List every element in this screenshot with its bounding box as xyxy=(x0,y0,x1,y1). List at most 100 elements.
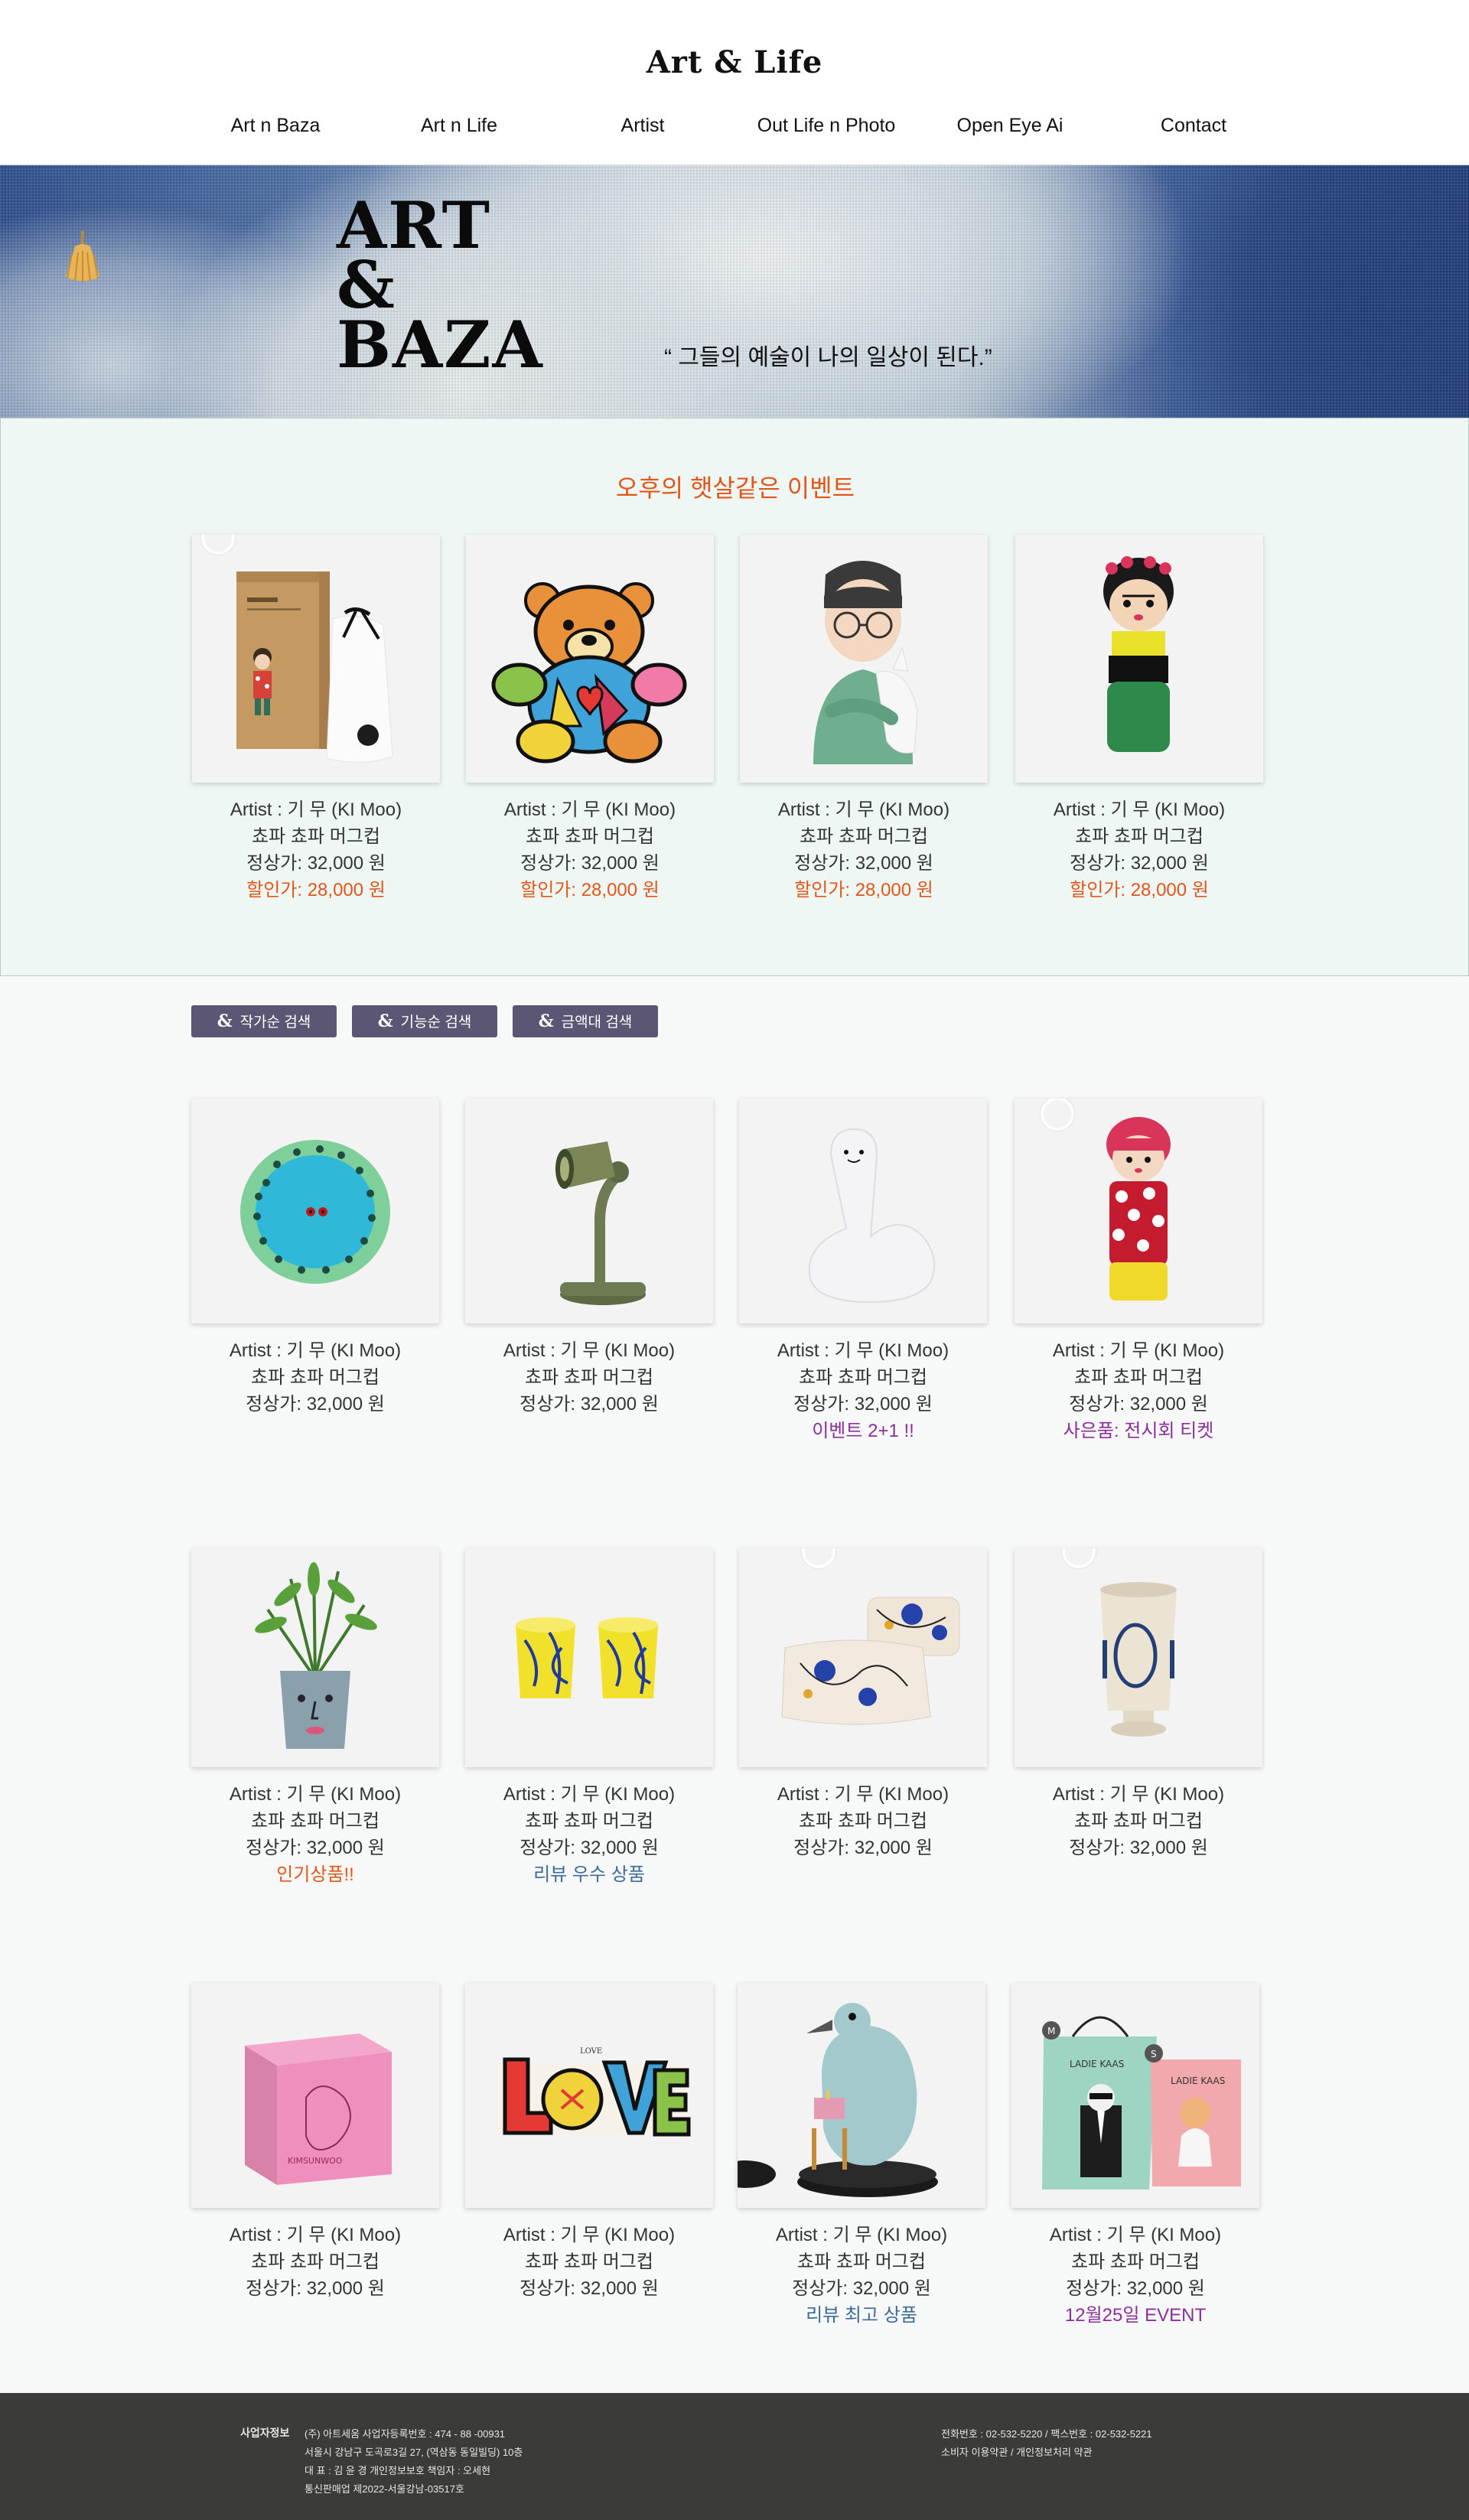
packaged-doll-icon xyxy=(236,571,393,763)
terms-links[interactable]: 소비자 이용약관 / 개인정보처리 약관 xyxy=(941,2443,1152,2462)
product-card[interactable]: Artist : 기 무 (KI Moo) 쵸파 쵸파 머그컵 정상가: 32,… xyxy=(1015,1099,1262,1444)
product-name[interactable]: 쵸파 쵸파 머그컵 xyxy=(739,1364,987,1391)
product-card[interactable]: KIMSUNWOO Artist : 기 무 (KI Moo) 쵸파 쵸파 머그… xyxy=(191,1983,439,2302)
product-name[interactable]: 쵸파 쵸파 머그컵 xyxy=(1011,2248,1259,2275)
product-name[interactable]: 쵸파 쵸파 머그컵 xyxy=(1015,1364,1262,1391)
button-label: 금액대 검색 xyxy=(561,1014,633,1030)
bag-brand-text-1: LADIE KAAS xyxy=(1070,2059,1124,2069)
product-note: 리뷰 최고 상품 xyxy=(806,2305,917,2326)
nav-item-open-eye-ai[interactable]: Open Eye Ai xyxy=(918,115,1102,137)
product-image[interactable] xyxy=(1015,1548,1262,1767)
nav-item-artist[interactable]: Artist xyxy=(551,115,734,137)
product-name[interactable]: 쵸파 쵸파 머그컵 xyxy=(466,823,714,850)
event-product-card[interactable]: Artist : 기 무 (KI Moo) 쵸파 쵸파 머그컵 정상가: 32,… xyxy=(740,535,988,903)
product-card[interactable]: Artist : 기 무 (KI Moo) 쵸파 쵸파 머그컵 정상가: 32,… xyxy=(191,1099,439,1418)
product-name[interactable]: 쵸파 쵸파 머그컵 xyxy=(192,823,440,850)
button-label: 기능순 검색 xyxy=(400,1014,472,1030)
product-image[interactable]: LOVE xyxy=(465,1983,713,2208)
product-artist: Artist : 기 무 (KI Moo) xyxy=(777,1784,949,1805)
product-artist: Artist : 기 무 (KI Moo) xyxy=(503,799,676,820)
product-note: 리뷰 우수 상품 xyxy=(533,1864,645,1885)
product-card[interactable]: Artist : 기 무 (KI Moo) 쵸파 쵸파 머그컵 정상가: 32,… xyxy=(465,1548,713,1888)
product-price: 정상가: 32,000 원 xyxy=(1069,1394,1208,1415)
product-name[interactable]: 쵸파 쵸파 머그컵 xyxy=(738,2248,985,2275)
product-price: 정상가: 32,000 원 xyxy=(793,1838,933,1858)
price-range-search-button[interactable]: & 금액대 검색 xyxy=(513,1005,658,1037)
product-card[interactable]: Artist : 기 무 (KI Moo) 쵸파 쵸파 머그컵 정상가: 32,… xyxy=(1015,1548,1262,1861)
function-order-search-button[interactable]: & 기능순 검색 xyxy=(352,1005,497,1037)
product-name[interactable]: 쵸파 쵸파 머그컵 xyxy=(1015,1808,1262,1835)
yellow-cups-icon xyxy=(516,1617,658,1698)
nav-item-art-n-life[interactable]: Art n Life xyxy=(367,115,551,137)
product-name[interactable]: 쵸파 쵸파 머그컵 xyxy=(1015,823,1263,850)
product-info: Artist : 기 무 (KI Moo) 쵸파 쵸파 머그컵 정상가: 32,… xyxy=(1015,796,1263,903)
product-image[interactable] xyxy=(738,1983,985,2208)
product-info: Artist : 기 무 (KI Moo) 쵸파 쵸파 머그컵 정상가: 32,… xyxy=(465,1781,713,1888)
product-info: Artist : 기 무 (KI Moo) 쵸파 쵸파 머그컵 정상가: 32,… xyxy=(1011,2222,1259,2329)
artist-order-search-button[interactable]: & 작가순 검색 xyxy=(191,1005,337,1037)
site-footer: 사업자정보 (주) 아트세움 사업자등록번호 : 474 - 88 -00931… xyxy=(0,2393,1469,2520)
plant-pot-icon xyxy=(255,1562,377,1749)
product-card[interactable]: LADIE KAAS LADIE KAAS M S Artist : 기 무 (… xyxy=(1011,1983,1259,2329)
product-card[interactable]: Artist : 기 무 (KI Moo) 쵸파 쵸파 머그컵 정상가: 32,… xyxy=(191,1548,439,1888)
product-image[interactable] xyxy=(739,1548,987,1767)
product-info: Artist : 기 무 (KI Moo) 쵸파 쵸파 머그컵 정상가: 32,… xyxy=(740,796,988,903)
product-image[interactable]: KIMSUNWOO xyxy=(191,1983,439,2208)
product-note: 인기상품!! xyxy=(276,1864,354,1885)
love-sculpture-icon: LOVE xyxy=(496,2047,691,2137)
product-sale-price: 할인가: 28,000 원 xyxy=(1070,880,1209,900)
product-card[interactable]: Artist : 기 무 (KI Moo) 쵸파 쵸파 머그컵 정상가: 32,… xyxy=(465,1099,713,1418)
product-price: 정상가: 32,000 원 xyxy=(794,853,933,874)
product-note: 사은품: 전시회 티켓 xyxy=(1063,1421,1214,1441)
product-price: 정상가: 32,000 원 xyxy=(246,2278,385,2299)
ampersand-icon: & xyxy=(217,1011,233,1031)
event-section: 오후의 햇살같은 이벤트 Artist : 기 무 (KI Moo) 쵸파 쵸파… xyxy=(0,418,1469,976)
product-name[interactable]: 쵸파 쵸파 머그컵 xyxy=(740,823,988,850)
product-artist: Artist : 기 무 (KI Moo) xyxy=(775,2225,948,2245)
product-info: Artist : 기 무 (KI Moo) 쵸파 쵸파 머그컵 정상가: 32,… xyxy=(191,1781,439,1888)
product-image[interactable] xyxy=(1015,535,1263,783)
product-artist: Artist : 기 무 (KI Moo) xyxy=(1052,1340,1225,1361)
product-artist: Artist : 기 무 (KI Moo) xyxy=(1049,2225,1222,2245)
box-brand-text: KIMSUNWOO xyxy=(288,2156,343,2166)
product-image[interactable] xyxy=(466,535,714,783)
product-image[interactable]: LADIE KAAS LADIE KAAS M S xyxy=(1011,1983,1259,2208)
event-product-card[interactable]: Artist : 기 무 (KI Moo) 쵸파 쵸파 머그컵 정상가: 32,… xyxy=(1015,535,1263,903)
product-image[interactable] xyxy=(1015,1099,1262,1323)
product-name[interactable]: 쵸파 쵸파 머그컵 xyxy=(465,1364,713,1391)
product-name[interactable]: 쵸파 쵸파 머그컵 xyxy=(739,1808,987,1835)
product-sale-price: 할인가: 28,000 원 xyxy=(520,880,660,900)
product-card[interactable]: Artist : 기 무 (KI Moo) 쵸파 쵸파 머그컵 정상가: 32,… xyxy=(738,1983,985,2329)
hero-title: ART & BAZA xyxy=(337,194,544,377)
site-logo[interactable]: Art & Life xyxy=(0,44,1469,80)
nav-item-contact[interactable]: Contact xyxy=(1102,115,1285,137)
event-product-card[interactable]: Artist : 기 무 (KI Moo) 쵸파 쵸파 머그컵 정상가: 32,… xyxy=(466,535,714,903)
business-info-label: 사업자정보 xyxy=(240,2427,290,2439)
product-image[interactable] xyxy=(740,535,988,783)
product-price: 정상가: 32,000 원 xyxy=(1070,853,1209,874)
product-name[interactable]: 쵸파 쵸파 머그컵 xyxy=(191,1364,439,1391)
product-card[interactable]: Artist : 기 무 (KI Moo) 쵸파 쵸파 머그컵 정상가: 32,… xyxy=(739,1099,987,1444)
product-card[interactable]: Artist : 기 무 (KI Moo) 쵸파 쵸파 머그컵 정상가: 32,… xyxy=(739,1548,987,1861)
product-note: 12월25일 EVENT xyxy=(1064,2305,1207,2326)
product-image[interactable] xyxy=(465,1099,713,1323)
product-image[interactable] xyxy=(191,1548,439,1767)
product-price: 정상가: 32,000 원 xyxy=(520,1838,659,1858)
product-name[interactable]: 쵸파 쵸파 머그컵 xyxy=(191,2248,439,2275)
event-product-card[interactable]: Artist : 기 무 (KI Moo) 쵸파 쵸파 머그컵 정상가: 32,… xyxy=(192,535,440,903)
product-name[interactable]: 쵸파 쵸파 머그컵 xyxy=(465,2248,713,2275)
product-name[interactable]: 쵸파 쵸파 머그컵 xyxy=(465,1808,713,1835)
product-info: Artist : 기 무 (KI Moo) 쵸파 쵸파 머그컵 정상가: 32,… xyxy=(192,796,440,903)
nav-item-out-life-n-photo[interactable]: Out Life n Photo xyxy=(734,115,918,137)
product-price: 정상가: 32,000 원 xyxy=(1066,2278,1205,2299)
product-price: 정상가: 32,000 원 xyxy=(792,2278,931,2299)
product-card[interactable]: LOVE Artist : 기 무 (KI Moo) 쵸파 쵸파 머그컵 정상가… xyxy=(465,1983,713,2302)
product-image[interactable] xyxy=(465,1548,713,1767)
product-image[interactable] xyxy=(739,1099,987,1323)
product-artist: Artist : 기 무 (KI Moo) xyxy=(1052,1784,1225,1805)
nav-item-art-n-baza[interactable]: Art n Baza xyxy=(184,115,367,137)
product-image[interactable] xyxy=(192,535,440,783)
product-price: 정상가: 32,000 원 xyxy=(1069,1838,1208,1858)
product-name[interactable]: 쵸파 쵸파 머그컵 xyxy=(191,1808,439,1835)
product-image[interactable] xyxy=(191,1099,439,1323)
